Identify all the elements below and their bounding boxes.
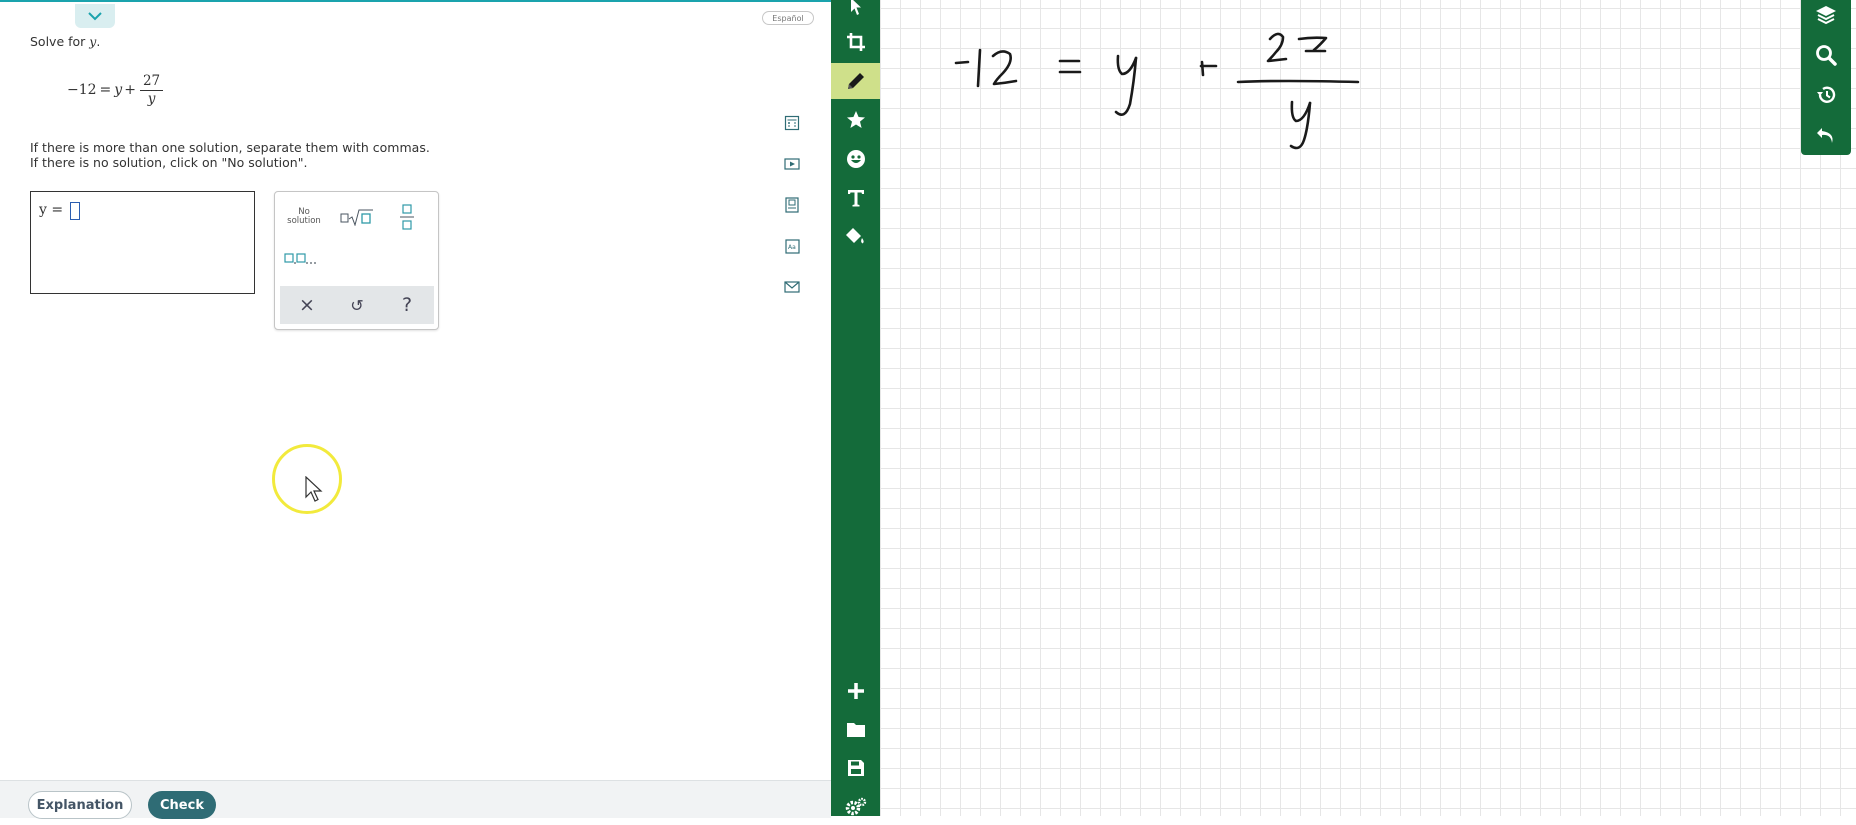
- folder-tool[interactable]: [831, 711, 880, 747]
- equation: −12 = y + 27 y: [67, 68, 164, 112]
- math-palette: No solution × ↺ ?: [274, 191, 439, 330]
- undo-button[interactable]: ↺: [332, 286, 382, 324]
- palette-action-bar: × ↺ ?: [280, 286, 434, 324]
- problem-pane: Español Solve for y. −12 = y + 27 y If t…: [0, 0, 831, 819]
- crop-icon: [846, 33, 865, 51]
- settings-tool[interactable]: [831, 789, 880, 825]
- equation-plus: +: [124, 82, 136, 98]
- text-icon: [847, 190, 864, 207]
- pointer-icon: [850, 0, 861, 15]
- prompt-prefix: Solve for: [30, 34, 90, 49]
- equation-rhs-var: y: [114, 82, 123, 98]
- zoom-tool[interactable]: [1801, 35, 1851, 75]
- answer-caret[interactable]: [70, 202, 80, 220]
- handwritten-ink: [954, 32, 1360, 150]
- save-icon: [847, 760, 864, 776]
- settings-icon: [845, 797, 866, 816]
- mouse-cursor-icon: [305, 476, 323, 502]
- fill-icon: [845, 228, 864, 244]
- fraction-denominator: y: [147, 90, 156, 107]
- equation-lhs: −12: [67, 82, 97, 98]
- sticker-icon: [846, 150, 865, 168]
- mail-button[interactable]: [780, 275, 804, 299]
- problem-prompt: Solve for y.: [30, 34, 100, 49]
- folder-icon: [846, 722, 865, 737]
- instruction-no-solution: If there is no solution, click on "No so…: [30, 155, 308, 170]
- sticker-tool[interactable]: [831, 141, 880, 177]
- footer-bar: Explanation Check: [0, 780, 831, 819]
- glossary-icon: Aa: [784, 238, 800, 254]
- zoom-icon: [1816, 45, 1837, 66]
- layers-tool[interactable]: [1801, 0, 1851, 35]
- undo-icon: [1817, 128, 1833, 143]
- calculator-button[interactable]: [780, 111, 804, 135]
- whiteboard-canvas[interactable]: [880, 0, 1856, 816]
- nth-root-button[interactable]: [337, 204, 377, 230]
- undo-tool[interactable]: [1801, 115, 1851, 155]
- list-icon: [284, 253, 316, 264]
- crop-tool[interactable]: [831, 24, 880, 60]
- prompt-suffix: .: [96, 34, 101, 49]
- pen-tool[interactable]: [831, 63, 880, 99]
- add-icon: [847, 683, 864, 699]
- instruction-multiple-solutions: If there is more than one solution, sepa…: [30, 140, 430, 155]
- fraction-numerator: 27: [139, 73, 164, 91]
- nth-root-icon: [340, 209, 373, 226]
- collapse-tab[interactable]: [75, 4, 115, 28]
- star-tool[interactable]: [831, 102, 880, 138]
- answer-label: y =: [39, 202, 64, 218]
- pointer-tool[interactable]: [831, 0, 880, 26]
- whiteboard-toolbar: [831, 0, 880, 816]
- fill-tool[interactable]: [831, 219, 880, 255]
- svg-text:Aa: Aa: [788, 244, 796, 251]
- pen-icon: [847, 73, 864, 89]
- layers-icon: [1816, 6, 1836, 25]
- video-icon: [784, 158, 800, 170]
- video-button[interactable]: [780, 152, 804, 176]
- equation-equals: =: [99, 82, 112, 98]
- explanation-button[interactable]: Explanation: [28, 791, 132, 819]
- calculator-icon: [784, 115, 800, 131]
- clear-button[interactable]: ×: [282, 286, 332, 324]
- fraction-button[interactable]: [393, 201, 421, 233]
- answer-input[interactable]: y =: [30, 191, 255, 294]
- ebook-button[interactable]: [780, 193, 804, 217]
- history-tool[interactable]: [1801, 75, 1851, 115]
- no-solution-line2: solution: [287, 216, 321, 226]
- language-button[interactable]: Español: [762, 11, 814, 25]
- no-solution-button[interactable]: No solution: [281, 204, 327, 230]
- fraction-icon: [400, 204, 414, 230]
- mail-icon: [784, 281, 800, 293]
- check-button[interactable]: Check: [148, 791, 216, 819]
- glossary-button[interactable]: Aa: [780, 234, 804, 258]
- history-icon: [1817, 86, 1836, 103]
- help-button[interactable]: ?: [382, 286, 432, 324]
- chevron-down-icon: [88, 11, 102, 20]
- text-tool[interactable]: [831, 180, 880, 216]
- whiteboard-right-toolbar: [1801, 0, 1851, 155]
- list-button[interactable]: [283, 248, 321, 270]
- equation-fraction: 27 y: [139, 73, 164, 108]
- add-tool[interactable]: [831, 673, 880, 709]
- save-tool[interactable]: [831, 750, 880, 786]
- star-icon: [846, 111, 865, 128]
- ebook-icon: [785, 197, 799, 213]
